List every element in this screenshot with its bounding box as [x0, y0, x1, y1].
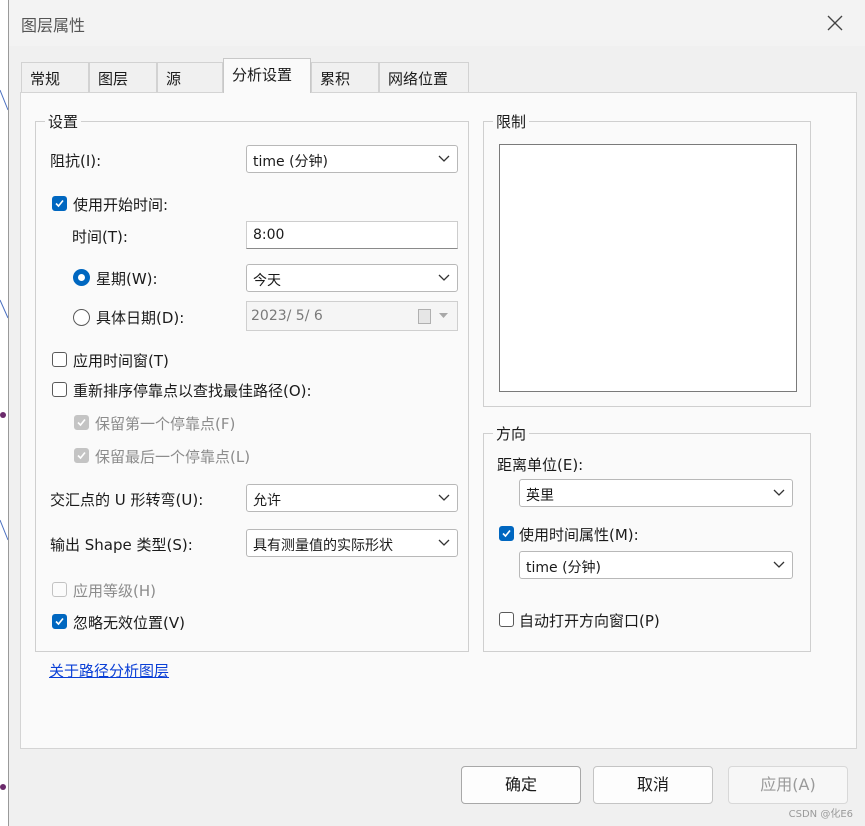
apply-button[interactable]: 应用(A)	[728, 766, 848, 804]
chevron-down-icon	[773, 489, 785, 496]
use-hierarchy-checkbox[interactable]	[52, 582, 67, 597]
apply-time-window-label: 应用时间窗(T)	[73, 352, 169, 370]
uturn-value: 允许	[253, 493, 281, 509]
impedance-label: 阻抗(I):	[50, 152, 102, 170]
ok-button[interactable]: 确定	[461, 766, 581, 804]
distance-units-value: 英里	[526, 488, 554, 504]
checkmark-icon	[77, 451, 86, 460]
time-attribute-value: time (分钟)	[526, 560, 602, 576]
tab-analysis-settings[interactable]: 分析设置	[223, 58, 311, 93]
uturn-label: 交汇点的 U 形转弯(U):	[50, 491, 204, 509]
use-time-attribute-label: 使用时间属性(M):	[519, 526, 639, 544]
specific-date-value: 2023/ 5/ 6	[251, 308, 323, 324]
distance-units-select[interactable]: 英里	[519, 479, 793, 507]
time-input[interactable]: 8:00	[246, 221, 458, 249]
analysis-settings-panel: 设置 阻抗(I): time (分钟) 使用开始时间: 时间(T): 8:00 …	[20, 92, 857, 749]
weekday-select[interactable]: 今天	[246, 264, 458, 292]
tab-network-locations[interactable]: 网络位置	[379, 62, 469, 92]
use-hierarchy-label: 应用等级(H)	[73, 582, 156, 600]
chevron-down-icon	[438, 539, 450, 546]
window-title: 图层属性	[21, 16, 86, 35]
chevron-down-icon	[773, 561, 785, 568]
use-time-attribute-checkbox[interactable]	[499, 526, 514, 541]
settings-group: 设置 阻抗(I): time (分钟) 使用开始时间: 时间(T): 8:00 …	[35, 111, 469, 652]
checkmark-icon	[55, 199, 64, 208]
keep-first-stop-checkbox[interactable]	[74, 415, 89, 430]
chevron-down-icon	[438, 494, 450, 501]
weekday-label: 星期(W):	[96, 270, 158, 288]
specific-date-label: 具体日期(D):	[96, 309, 185, 327]
impedance-value: time (分钟)	[253, 154, 329, 170]
auto-open-directions-checkbox[interactable]	[499, 612, 514, 627]
close-button[interactable]	[818, 8, 852, 38]
weekday-value: 今天	[253, 273, 281, 289]
about-route-layer-link[interactable]: 关于路径分析图层	[49, 660, 169, 681]
calendar-icon	[418, 309, 431, 324]
shape-type-label: 输出 Shape 类型(S):	[50, 536, 193, 554]
directions-group-label: 方向	[493, 423, 530, 444]
specific-date-picker[interactable]: 2023/ 5/ 6	[246, 301, 458, 331]
cancel-button[interactable]: 取消	[593, 766, 713, 804]
reorder-stops-checkbox[interactable]	[52, 382, 67, 397]
keep-first-stop-label: 保留第一个停靠点(F)	[95, 415, 236, 433]
restrictions-group: 限制	[483, 111, 811, 407]
directions-group: 方向 距离单位(E): 英里 使用时间属性(M): time (分钟) 自动打开…	[483, 423, 811, 652]
title-bar: 图层属性	[9, 0, 865, 46]
shape-type-select[interactable]: 具有测量值的实际形状	[246, 529, 458, 557]
weekday-radio[interactable]	[73, 269, 90, 286]
distance-units-label: 距离单位(E):	[497, 456, 584, 474]
keep-last-stop-checkbox[interactable]	[74, 448, 89, 463]
tab-source[interactable]: 源	[157, 62, 223, 92]
auto-open-directions-label: 自动打开方向窗口(P)	[519, 612, 660, 630]
time-value: 8:00	[253, 227, 285, 243]
checkmark-icon	[502, 529, 511, 538]
restrictions-group-label: 限制	[493, 111, 530, 132]
apply-time-window-checkbox[interactable]	[52, 352, 67, 367]
reorder-stops-label: 重新排序停靠点以查找最佳路径(O):	[73, 382, 312, 400]
tab-accumulation[interactable]: 累积	[311, 62, 379, 92]
checkmark-icon	[55, 617, 64, 626]
layer-properties-dialog: 图层属性 常规 图层 源 分析设置 累积 网络位置 设置 阻抗(I): time…	[8, 0, 865, 826]
time-label: 时间(T):	[72, 228, 128, 246]
use-start-time-checkbox[interactable]	[52, 196, 67, 211]
watermark: CSDN @化E6	[788, 809, 853, 820]
close-icon	[827, 15, 843, 31]
tab-general[interactable]: 常规	[21, 62, 89, 92]
chevron-down-icon	[438, 274, 450, 281]
impedance-select[interactable]: time (分钟)	[246, 145, 458, 173]
specific-date-radio[interactable]	[73, 309, 90, 326]
ignore-invalid-label: 忽略无效位置(V)	[73, 614, 185, 632]
use-start-time-label: 使用开始时间:	[73, 196, 169, 214]
time-attribute-select[interactable]: time (分钟)	[519, 551, 793, 579]
restrictions-list[interactable]	[499, 144, 797, 392]
ignore-invalid-checkbox[interactable]	[52, 614, 67, 629]
shape-type-value: 具有测量值的实际形状	[253, 538, 393, 554]
dropdown-arrow-icon	[439, 313, 448, 318]
settings-group-label: 设置	[45, 111, 82, 132]
checkmark-icon	[77, 418, 86, 427]
tab-layer[interactable]: 图层	[89, 62, 157, 92]
chevron-down-icon	[438, 155, 450, 162]
keep-last-stop-label: 保留最后一个停靠点(L)	[95, 448, 251, 466]
uturn-select[interactable]: 允许	[246, 484, 458, 512]
